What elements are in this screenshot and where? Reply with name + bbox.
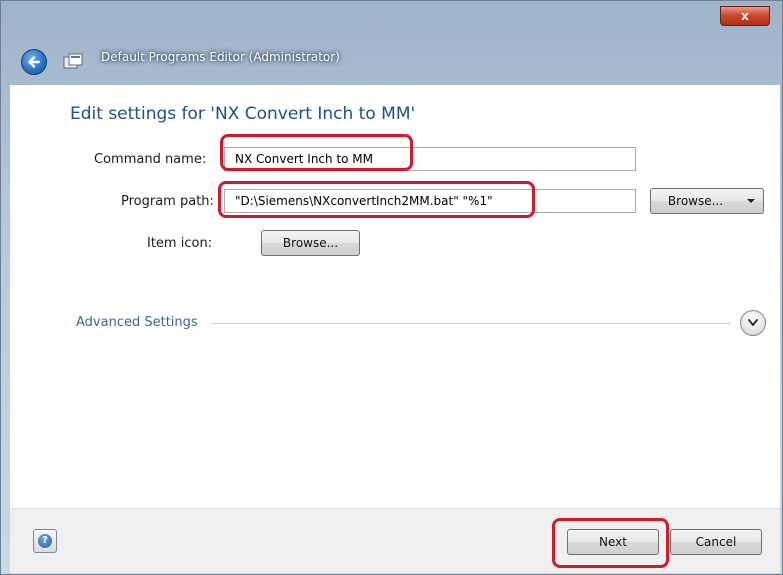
program-path-browse-button[interactable]: Browse... xyxy=(650,188,741,214)
default-programs-icon xyxy=(63,53,83,69)
back-button[interactable] xyxy=(21,49,47,75)
item-icon-browse-button[interactable]: Browse... xyxy=(261,230,360,256)
next-button[interactable]: Next xyxy=(567,529,659,555)
browse-dropdown-button[interactable] xyxy=(740,188,764,214)
help-button[interactable]: ? xyxy=(33,529,57,553)
command-name-label: Command name: xyxy=(94,152,207,167)
cancel-button[interactable]: Cancel xyxy=(670,529,762,555)
program-path-field[interactable] xyxy=(224,189,636,213)
advanced-settings-divider xyxy=(211,323,731,324)
item-icon-label: Item icon: xyxy=(147,236,213,251)
program-path-label: Program path: xyxy=(121,194,214,209)
advanced-settings-expand-button[interactable] xyxy=(740,310,766,336)
help-icon: ? xyxy=(38,534,52,548)
advanced-settings-label[interactable]: Advanced Settings xyxy=(76,315,198,330)
title-bar: Default Programs Editor (Administrator) … xyxy=(1,1,782,85)
window-title: Default Programs Editor (Administrator) xyxy=(101,50,340,64)
dialog-window: Default Programs Editor (Administrator) … xyxy=(0,0,783,575)
command-name-field[interactable] xyxy=(224,147,636,171)
back-arrow-icon xyxy=(28,56,41,68)
chevron-down-icon xyxy=(747,199,755,203)
close-button[interactable]: x xyxy=(720,6,770,26)
page-title: Edit settings for 'NX Convert Inch to MM… xyxy=(70,104,416,124)
dialog-footer xyxy=(10,508,780,573)
chevron-down-icon xyxy=(748,319,758,326)
